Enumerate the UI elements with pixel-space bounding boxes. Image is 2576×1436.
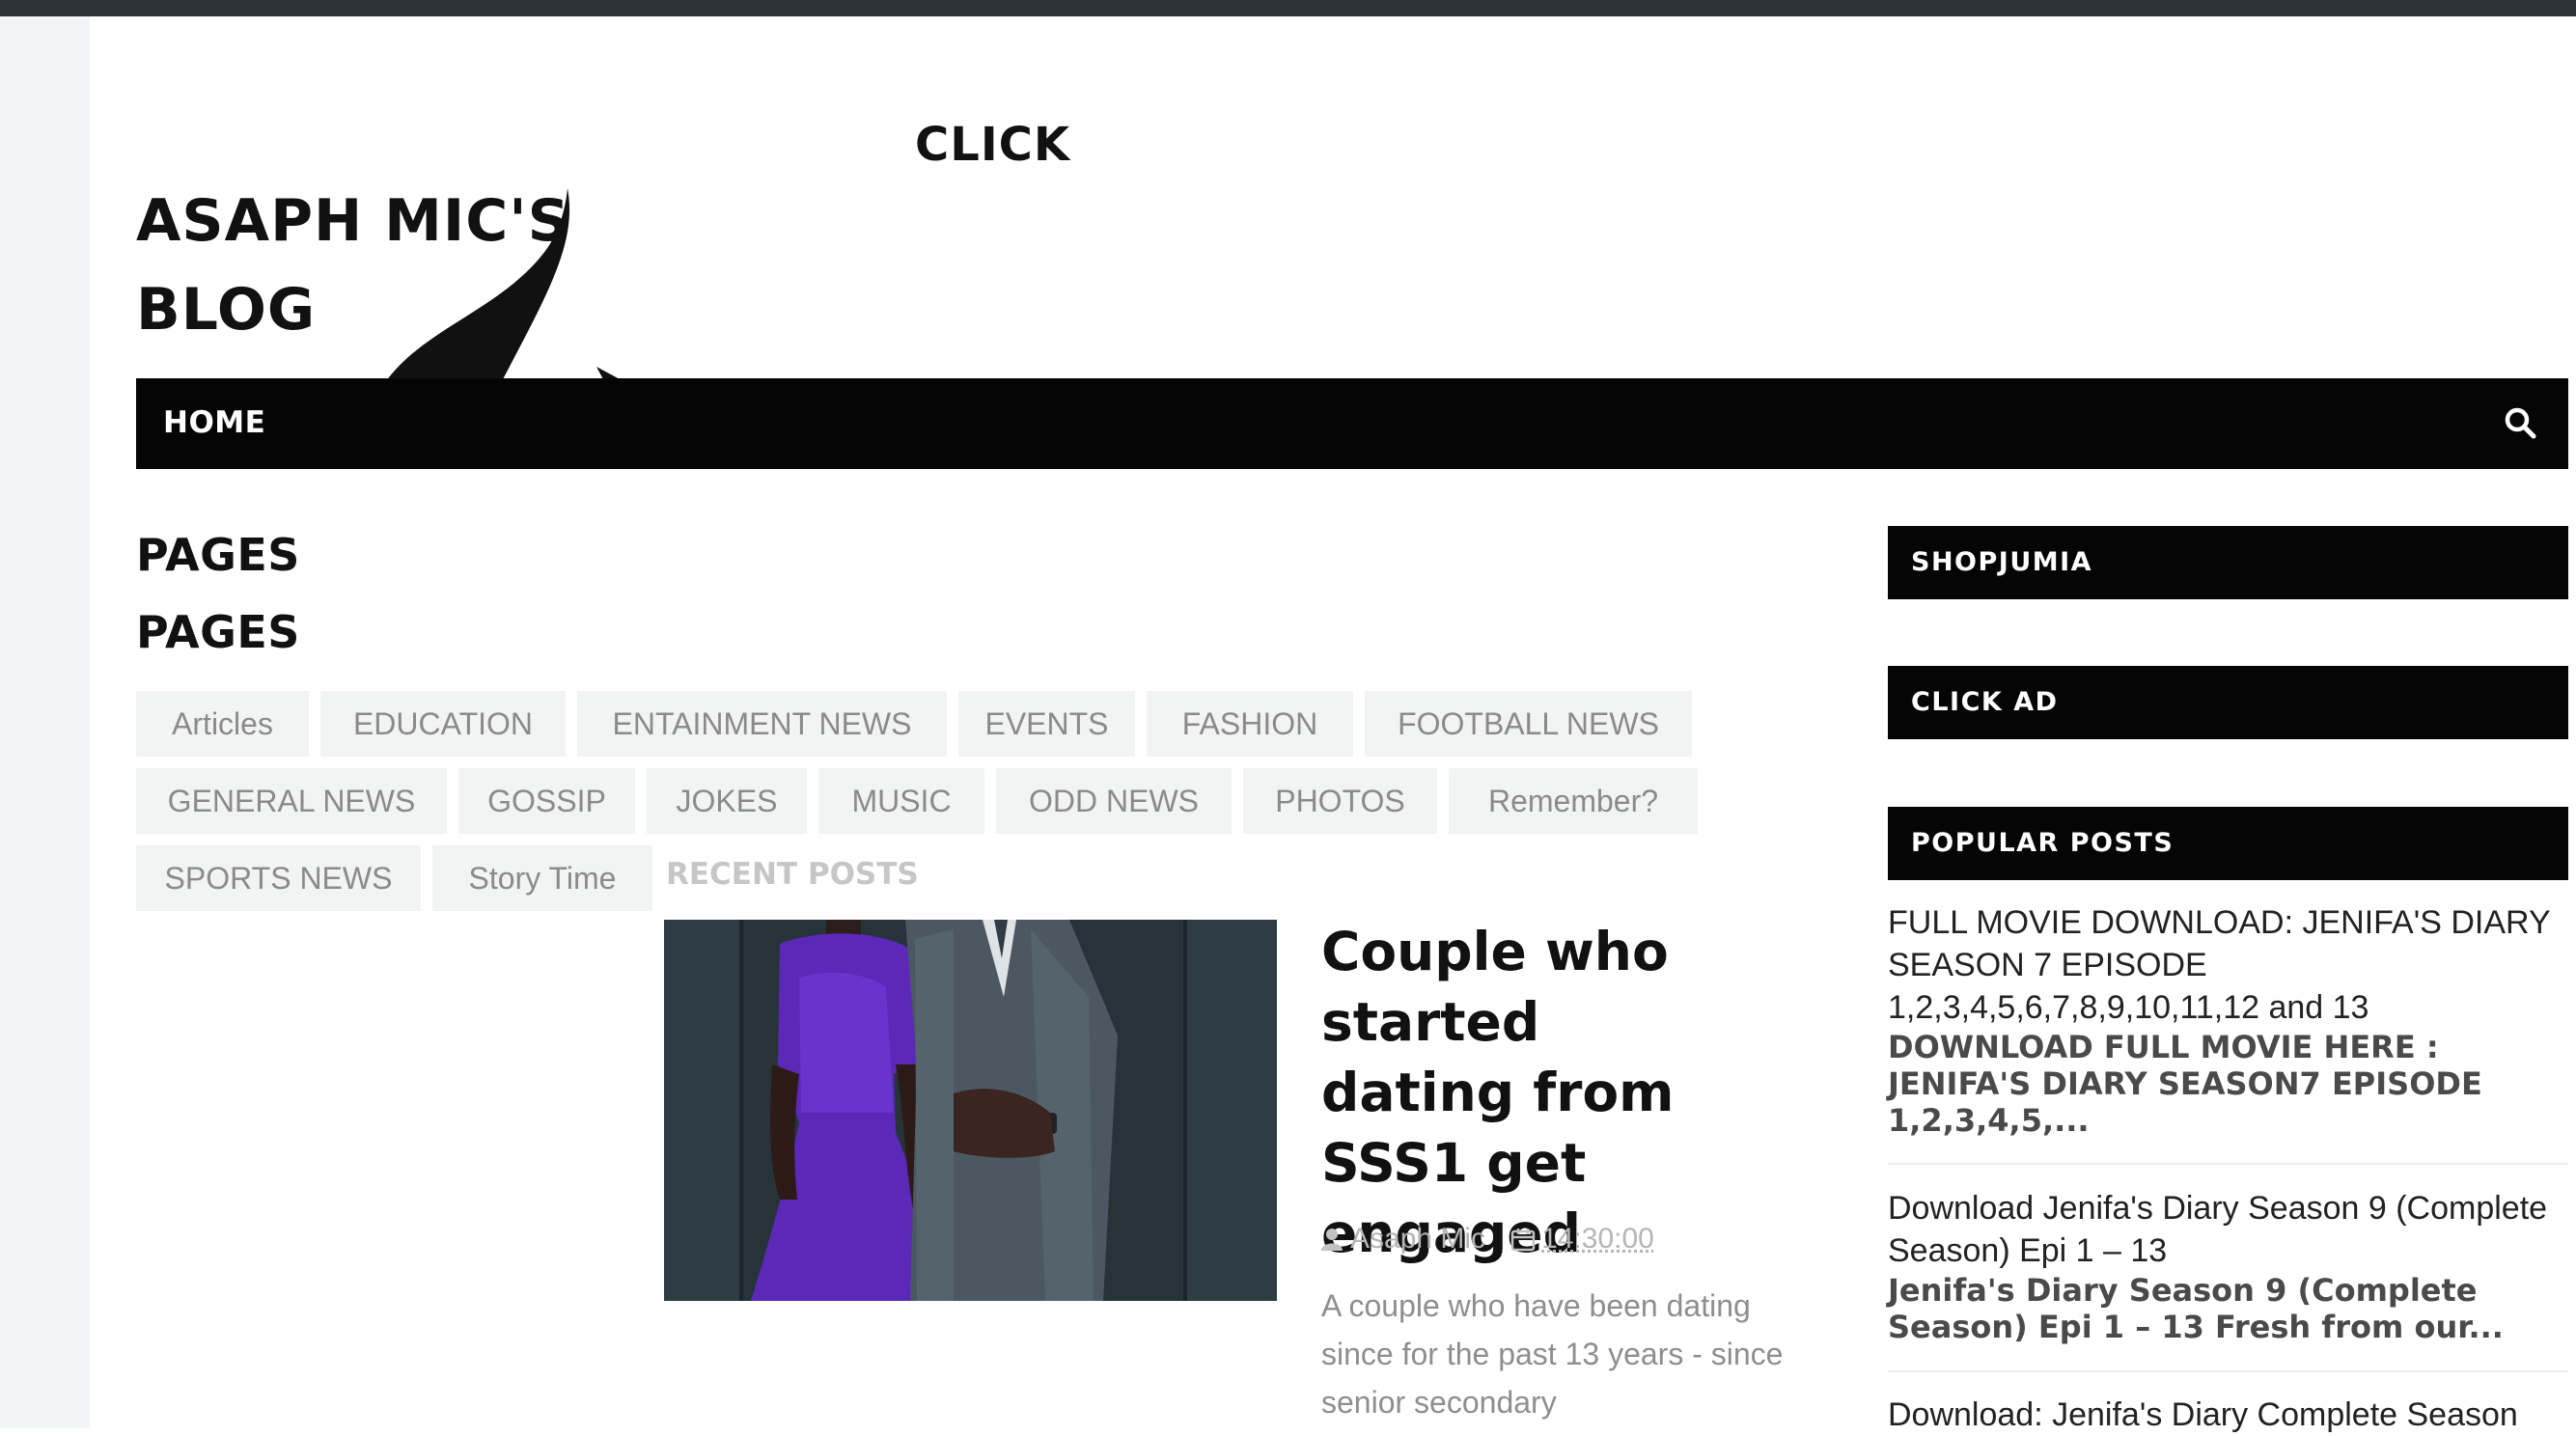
left-margin-strip — [0, 16, 90, 1428]
popular-post-item[interactable]: Download: Jenifa's Diary Complete Season — [1888, 1394, 2568, 1436]
popular-post-snippet: DOWNLOAD FULL MOVIE HERE : JENIFA'S DIAR… — [1888, 1029, 2482, 1139]
user-icon — [1321, 1229, 1343, 1251]
recent-posts-label: RECENT POSTS — [666, 857, 919, 892]
popular-post-item[interactable]: FULL MOVIE DOWNLOAD: JENIFA'S DIARY SEAS… — [1888, 901, 2568, 1139]
calendar-icon — [1510, 1229, 1536, 1252]
popular-post-title[interactable]: FULL MOVIE DOWNLOAD: JENIFA'S DIARY SEAS… — [1888, 901, 2568, 1029]
top-bar — [0, 0, 2576, 16]
main-navigation-bar: HOME — [136, 378, 2568, 469]
category-remember[interactable]: Remember? — [1449, 768, 1698, 834]
search-icon[interactable] — [2501, 403, 2541, 444]
popular-post-snippet: Jenifa's Diary Season 9 (Complete Season… — [1888, 1272, 2504, 1345]
category-sports-news[interactable]: SPORTS NEWS — [136, 845, 421, 911]
swoosh-graphic — [386, 188, 623, 381]
popular-post-divider — [1888, 1163, 2568, 1165]
category-articles[interactable]: Articles — [136, 691, 309, 757]
nav-home-link[interactable]: HOME — [163, 405, 265, 440]
site-title-line2: BLOG — [136, 276, 317, 344]
popular-post-title[interactable]: Download Jenifa's Diary Season 9 (Comple… — [1888, 1187, 2568, 1272]
sidebar-click-ad-heading: CLICK AD — [1888, 666, 2568, 739]
category-fashion[interactable]: FASHION — [1147, 691, 1353, 757]
post-author[interactable]: Asaph Mic — [1350, 1223, 1485, 1256]
featured-post-image[interactable] — [664, 920, 1277, 1301]
popular-post-divider — [1888, 1370, 2568, 1372]
category-music[interactable]: MUSIC — [818, 768, 984, 834]
featured-post-meta: Asaph Mic 14:30:00 — [1321, 1223, 1654, 1256]
featured-post-title[interactable]: Couple who started dating from SSS1 get … — [1321, 917, 1746, 1269]
category-photos[interactable]: PHOTOS — [1243, 768, 1437, 834]
pages-heading: PAGES — [136, 529, 300, 581]
category-events[interactable]: EVENTS — [958, 691, 1135, 757]
category-odd-news[interactable]: ODD NEWS — [996, 768, 1232, 834]
popular-post-title[interactable]: Download: Jenifa's Diary Complete Season — [1888, 1394, 2568, 1436]
category-football-news[interactable]: FOOTBALL NEWS — [1365, 691, 1692, 757]
click-banner-text[interactable]: CLICK — [915, 118, 1070, 172]
category-gossip[interactable]: GOSSIP — [458, 768, 635, 834]
category-education[interactable]: EDUCATION — [320, 691, 566, 757]
category-story-time[interactable]: Story Time — [432, 845, 652, 911]
sidebar-shopjumia-heading: SHOPJUMIA — [1888, 526, 2568, 599]
featured-post-excerpt: A couple who have been dating since for … — [1321, 1288, 1784, 1420]
pages-heading-secondary: PAGES — [136, 606, 300, 658]
popular-post-item[interactable]: Download Jenifa's Diary Season 9 (Comple… — [1888, 1187, 2568, 1345]
category-entainment-news[interactable]: ENTAINMENT NEWS — [577, 691, 947, 757]
category-jokes[interactable]: JOKES — [647, 768, 807, 834]
sidebar-popular-posts-heading: POPULAR POSTS — [1888, 807, 2568, 880]
category-general-news[interactable]: GENERAL NEWS — [136, 768, 447, 834]
post-time[interactable]: 14:30:00 — [1541, 1223, 1654, 1256]
